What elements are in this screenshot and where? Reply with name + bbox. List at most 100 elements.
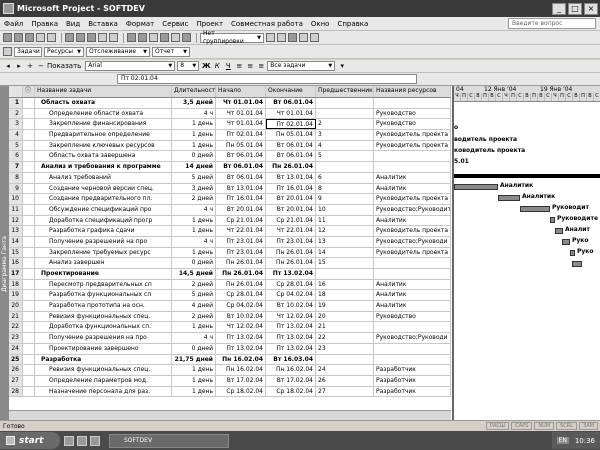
table-row[interactable]: 5 Закрепление ключевых ресурсов 1 день Пн 0… xyxy=(9,140,451,152)
start-cell[interactable]: Пт 23.01.04 xyxy=(216,236,266,247)
task-name-cell[interactable]: Разработка прототипа на осн. xyxy=(35,301,172,311)
predecessors-cell[interactable]: 3 xyxy=(316,130,374,140)
row-indicator[interactable] xyxy=(23,258,35,268)
task-name-cell[interactable]: Проектирование xyxy=(35,269,172,279)
menu-help[interactable]: Справка xyxy=(333,20,372,28)
duration-cell[interactable]: 5 дней xyxy=(172,172,216,183)
resources-cell[interactable]: Аналитик xyxy=(374,290,451,301)
table-row[interactable]: 18 Пересмотр предварительных сп 2 дней Пн 2… xyxy=(9,279,451,291)
table-row[interactable]: 9 Создание черновой версии спец. 3 дней Вт … xyxy=(9,183,451,195)
row-id[interactable]: 11 xyxy=(9,204,23,215)
predecessors-cell[interactable]: 15 xyxy=(316,258,374,268)
start-cell[interactable]: Пн 16.02.04 xyxy=(216,354,266,365)
duration-cell[interactable]: 4 ч xyxy=(172,108,216,119)
task-bar[interactable] xyxy=(520,206,550,212)
table-row[interactable]: 27 Определение параметров мод. 1 день Вт 17… xyxy=(9,375,451,387)
row-indicator[interactable] xyxy=(23,162,35,172)
predecessors-cell[interactable]: 6 xyxy=(316,172,374,183)
goto-task-icon[interactable] xyxy=(288,33,297,42)
start-cell[interactable]: Ср 28.01.04 xyxy=(216,290,266,301)
remove-icon[interactable]: − xyxy=(36,61,46,71)
task-name-cell[interactable]: Ревизия функциональных спец. xyxy=(35,365,172,375)
resources-cell[interactable] xyxy=(374,322,451,333)
start-cell[interactable]: Пт 13.02.04 xyxy=(216,333,266,343)
task-name-cell[interactable]: Определение области охвата xyxy=(35,108,172,119)
predecessors-cell[interactable]: 23 xyxy=(316,343,374,354)
row-id[interactable]: 14 xyxy=(9,236,23,247)
duration-cell[interactable]: 0 дней xyxy=(172,151,216,162)
start-cell[interactable]: Пт 13.02.04 xyxy=(216,343,266,354)
table-row[interactable]: 7 Анализ и требования к программе 14 дней В… xyxy=(9,162,451,173)
outdent-icon[interactable]: ◂ xyxy=(3,61,13,71)
predecessors-cell[interactable]: 20 xyxy=(316,311,374,322)
predecessors-cell[interactable]: 12 xyxy=(316,226,374,236)
task-name-cell[interactable]: Разработка функциональных сп xyxy=(35,290,172,301)
finish-cell[interactable]: Вт 17.02.04 xyxy=(266,375,316,386)
menu-tools[interactable]: Сервис xyxy=(158,20,192,28)
task-name-cell[interactable]: Получение разрешений на про xyxy=(35,236,172,247)
task-name-cell[interactable]: Создание предварительного пл. xyxy=(35,194,172,204)
start-cell[interactable]: Пн 16.02.04 xyxy=(216,365,266,375)
duration-cell[interactable]: 0 дней xyxy=(172,343,216,354)
start-cell[interactable]: Чт 01.01.04 xyxy=(216,98,266,108)
resources-cell[interactable]: Руководитель проекта xyxy=(374,247,451,258)
table-row[interactable]: 10 Создание предварительного пл. 2 дней Пт … xyxy=(9,194,451,205)
finish-cell[interactable]: Вт 13.01.04 xyxy=(266,172,316,183)
predecessors-cell[interactable]: 21 xyxy=(316,322,374,333)
start-cell[interactable]: Пн 05.01.04 xyxy=(216,140,266,151)
row-id[interactable]: 5 xyxy=(9,140,23,151)
duration-cell[interactable]: 1 день xyxy=(172,386,216,397)
row-id[interactable]: 22 xyxy=(9,322,23,333)
row-id[interactable]: 18 xyxy=(9,279,23,290)
resources-cell[interactable]: Аналитик xyxy=(374,172,451,183)
finish-cell[interactable]: Пт 13.02.04 xyxy=(266,322,316,333)
preview-icon[interactable] xyxy=(47,33,56,42)
start-cell[interactable]: Вт 06.01.04 xyxy=(216,162,266,172)
task-name-cell[interactable]: Пересмотр предварительных сп xyxy=(35,279,172,290)
align-center-icon[interactable]: ≡ xyxy=(245,61,255,71)
resources-cell[interactable]: Руководство;Руководи xyxy=(374,236,451,247)
header-id[interactable] xyxy=(9,86,23,97)
row-indicator[interactable] xyxy=(23,301,35,311)
duration-cell[interactable]: 14,5 дней xyxy=(172,269,216,279)
row-indicator[interactable] xyxy=(23,108,35,119)
task-name-cell[interactable]: Создание черновой версии спец. xyxy=(35,183,172,194)
quicklaunch-icon[interactable] xyxy=(77,435,87,446)
zoom-out-icon[interactable] xyxy=(277,33,286,42)
row-id[interactable]: 20 xyxy=(9,301,23,311)
resources-cell[interactable] xyxy=(374,98,451,108)
table-row[interactable]: 17 Проектирование 14,5 дней Пн 26.01.04 Пт 1… xyxy=(9,269,451,280)
align-left-icon[interactable]: ≡ xyxy=(234,61,244,71)
duration-cell[interactable]: 1 день xyxy=(172,247,216,258)
header-start[interactable]: Начало xyxy=(216,86,266,97)
predecessors-cell[interactable] xyxy=(316,162,374,172)
finish-cell[interactable]: Пн 16.02.04 xyxy=(266,365,316,375)
add-icon[interactable]: + xyxy=(25,61,35,71)
duration-cell[interactable]: 1 день xyxy=(172,365,216,375)
tasks-button[interactable]: Задачи xyxy=(14,46,42,57)
resources-cell[interactable] xyxy=(374,258,451,268)
table-row[interactable]: 14 Получение разрешений на про 4 ч Пт 23.01… xyxy=(9,236,451,248)
task-name-cell[interactable]: Анализ требований xyxy=(35,172,172,183)
task-name-cell[interactable]: Закрепление финансирования xyxy=(35,119,172,130)
cut-icon[interactable] xyxy=(65,33,74,42)
table-row[interactable]: 21 Ревизия функциональных спец. 2 дней Вт 1… xyxy=(9,311,451,323)
row-id[interactable]: 9 xyxy=(9,183,23,194)
font-size-select[interactable]: 8 ▼ xyxy=(177,61,200,71)
language-indicator[interactable]: EN xyxy=(556,437,569,444)
predecessors-cell[interactable]: 4 xyxy=(316,140,374,151)
finish-cell[interactable]: Чт 22.01.04 xyxy=(266,226,316,236)
row-indicator[interactable] xyxy=(23,269,35,279)
task-name-cell[interactable]: Проектирование завершено xyxy=(35,343,172,354)
duration-cell[interactable]: 1 день xyxy=(172,140,216,151)
paste-icon[interactable] xyxy=(87,33,96,42)
format-painter-icon[interactable] xyxy=(98,33,107,42)
bold-button[interactable]: Ж xyxy=(201,61,211,71)
show-dropdown[interactable]: Показать xyxy=(47,62,81,70)
copy-icon[interactable] xyxy=(76,33,85,42)
row-indicator[interactable] xyxy=(23,322,35,333)
task-name-cell[interactable]: Назначение персонала для раз. xyxy=(35,386,172,397)
start-cell[interactable]: Чт 22.01.04 xyxy=(216,226,266,236)
row-id[interactable]: 24 xyxy=(9,343,23,354)
start-cell[interactable]: Вт 06.01.04 xyxy=(216,172,266,183)
